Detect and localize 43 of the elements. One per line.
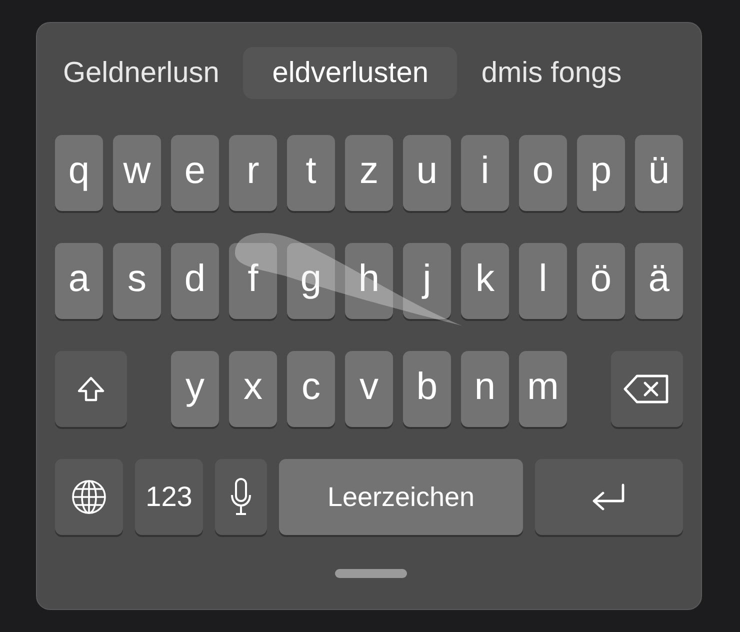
shift-key[interactable]	[55, 351, 127, 427]
backspace-key[interactable]	[611, 351, 683, 427]
key[interactable]: t	[287, 135, 335, 211]
key[interactable]: f	[229, 243, 277, 319]
key[interactable]: c	[287, 351, 335, 427]
key[interactable]: e	[171, 135, 219, 211]
key[interactable]: w	[113, 135, 161, 211]
key[interactable]: n	[461, 351, 509, 427]
key[interactable]: ä	[635, 243, 683, 319]
key[interactable]: i	[461, 135, 509, 211]
key[interactable]: q	[55, 135, 103, 211]
suggestion[interactable]: eldverlusten	[243, 47, 458, 99]
key[interactable]: h	[345, 243, 393, 319]
backspace-icon	[623, 373, 671, 405]
globe-key[interactable]	[55, 459, 123, 535]
globe-icon	[71, 479, 107, 515]
key[interactable]: k	[461, 243, 509, 319]
key[interactable]: ö	[577, 243, 625, 319]
key[interactable]: a	[55, 243, 103, 319]
key[interactable]: y	[171, 351, 219, 427]
space-key[interactable]: Leerzeichen	[279, 459, 523, 535]
numbers-key[interactable]: 123	[135, 459, 203, 535]
key[interactable]: j	[403, 243, 451, 319]
key[interactable]: p	[577, 135, 625, 211]
key[interactable]: g	[287, 243, 335, 319]
key[interactable]: v	[345, 351, 393, 427]
microphone-key[interactable]	[215, 459, 267, 535]
suggestion[interactable]: Geldnerlusn	[55, 47, 232, 99]
key[interactable]: o	[519, 135, 567, 211]
key[interactable]: x	[229, 351, 277, 427]
key[interactable]: r	[229, 135, 277, 211]
key[interactable]: z	[345, 135, 393, 211]
key[interactable]: l	[519, 243, 567, 319]
key[interactable]: b	[403, 351, 451, 427]
key[interactable]: ü	[635, 135, 683, 211]
suggestion[interactable]: dmis fongs	[469, 47, 634, 99]
shift-icon	[76, 374, 106, 404]
home-indicator	[335, 569, 407, 578]
key[interactable]: d	[171, 243, 219, 319]
microphone-icon	[230, 477, 252, 517]
key[interactable]: m	[519, 351, 567, 427]
key[interactable]: s	[113, 243, 161, 319]
key[interactable]: u	[403, 135, 451, 211]
